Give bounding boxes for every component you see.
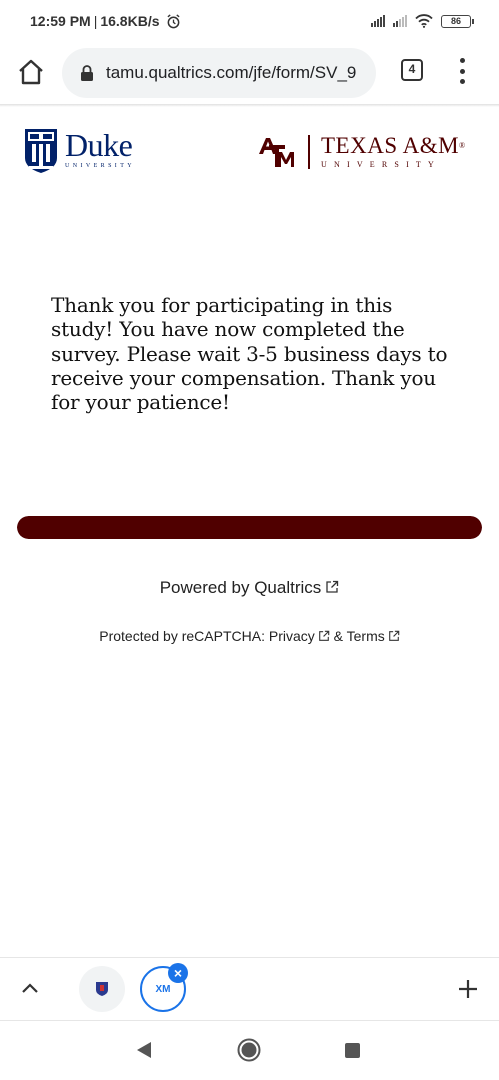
duke-crest-icon bbox=[25, 129, 57, 173]
tamu-subtitle: UNIVERSITY bbox=[321, 160, 441, 169]
tamu-atm-icon bbox=[259, 137, 294, 167]
wifi-icon bbox=[415, 14, 433, 28]
close-tab-icon[interactable]: × bbox=[168, 963, 188, 983]
privacy-link[interactable]: Privacy bbox=[269, 628, 315, 644]
status-separator: | bbox=[93, 13, 98, 29]
lock-icon[interactable] bbox=[80, 65, 94, 81]
duke-logo: Duke UNIVERSITY bbox=[24, 128, 135, 174]
recaptcha-amp: & bbox=[329, 628, 347, 644]
nav-divider bbox=[0, 1020, 499, 1021]
status-time: 12:59 PM bbox=[30, 13, 91, 29]
tamu-wordmark: TEXAS A&M bbox=[321, 133, 460, 158]
powered-by-link[interactable]: Powered by Qualtrics bbox=[0, 578, 499, 598]
site-favicon-icon[interactable] bbox=[95, 981, 109, 997]
recaptcha-notice: Protected by reCAPTCHA: Privacy & Terms bbox=[0, 628, 499, 644]
progress-bar bbox=[17, 516, 482, 539]
battery-icon: 86 bbox=[441, 14, 474, 28]
toolbar-divider bbox=[0, 104, 499, 107]
more-options-icon[interactable] bbox=[458, 58, 466, 84]
signal-icon bbox=[371, 15, 385, 27]
tab-switcher-button[interactable]: 4 bbox=[401, 59, 423, 81]
external-link-icon[interactable] bbox=[325, 580, 339, 594]
status-bar: 12:59 PM | 16.8KB/s 86 bbox=[0, 0, 499, 42]
status-net-speed: 16.8KB/s bbox=[100, 13, 160, 29]
tamu-logo: TEXAS A&M® UNIVERSITY bbox=[258, 134, 466, 169]
external-link-icon[interactable] bbox=[388, 630, 400, 642]
recaptcha-prefix: Protected by reCAPTCHA: bbox=[99, 628, 269, 644]
alarm-icon bbox=[166, 13, 180, 28]
signal-icon-secondary bbox=[393, 15, 407, 27]
tab-strip-divider bbox=[0, 957, 499, 958]
duke-subtitle: UNIVERSITY bbox=[65, 163, 135, 169]
completion-message: Thank you for participating in this stud… bbox=[51, 293, 448, 415]
powered-by-text[interactable]: Powered by Qualtrics bbox=[160, 578, 322, 597]
tamu-registered-mark: ® bbox=[459, 141, 466, 150]
plus-icon[interactable] bbox=[456, 977, 480, 1001]
duke-wordmark: Duke bbox=[65, 127, 133, 163]
chevron-up-icon[interactable] bbox=[20, 979, 40, 999]
home-icon[interactable] bbox=[17, 58, 45, 86]
recent-apps-icon[interactable] bbox=[345, 1043, 360, 1058]
back-icon[interactable] bbox=[135, 1040, 153, 1060]
terms-link[interactable]: Terms bbox=[347, 628, 385, 644]
external-link-icon[interactable] bbox=[318, 630, 330, 642]
home-circle-icon[interactable] bbox=[237, 1038, 261, 1062]
tab-thumbnail-1[interactable] bbox=[79, 966, 125, 1012]
browser-toolbar: tamu.qualtrics.com/jfe/form/SV_9 4 bbox=[0, 42, 499, 104]
url-text[interactable]: tamu.qualtrics.com/jfe/form/SV_9 bbox=[106, 63, 356, 83]
address-bar[interactable]: tamu.qualtrics.com/jfe/form/SV_9 bbox=[62, 48, 376, 98]
tamu-divider bbox=[308, 134, 310, 169]
progress-bar-fill bbox=[17, 516, 482, 539]
